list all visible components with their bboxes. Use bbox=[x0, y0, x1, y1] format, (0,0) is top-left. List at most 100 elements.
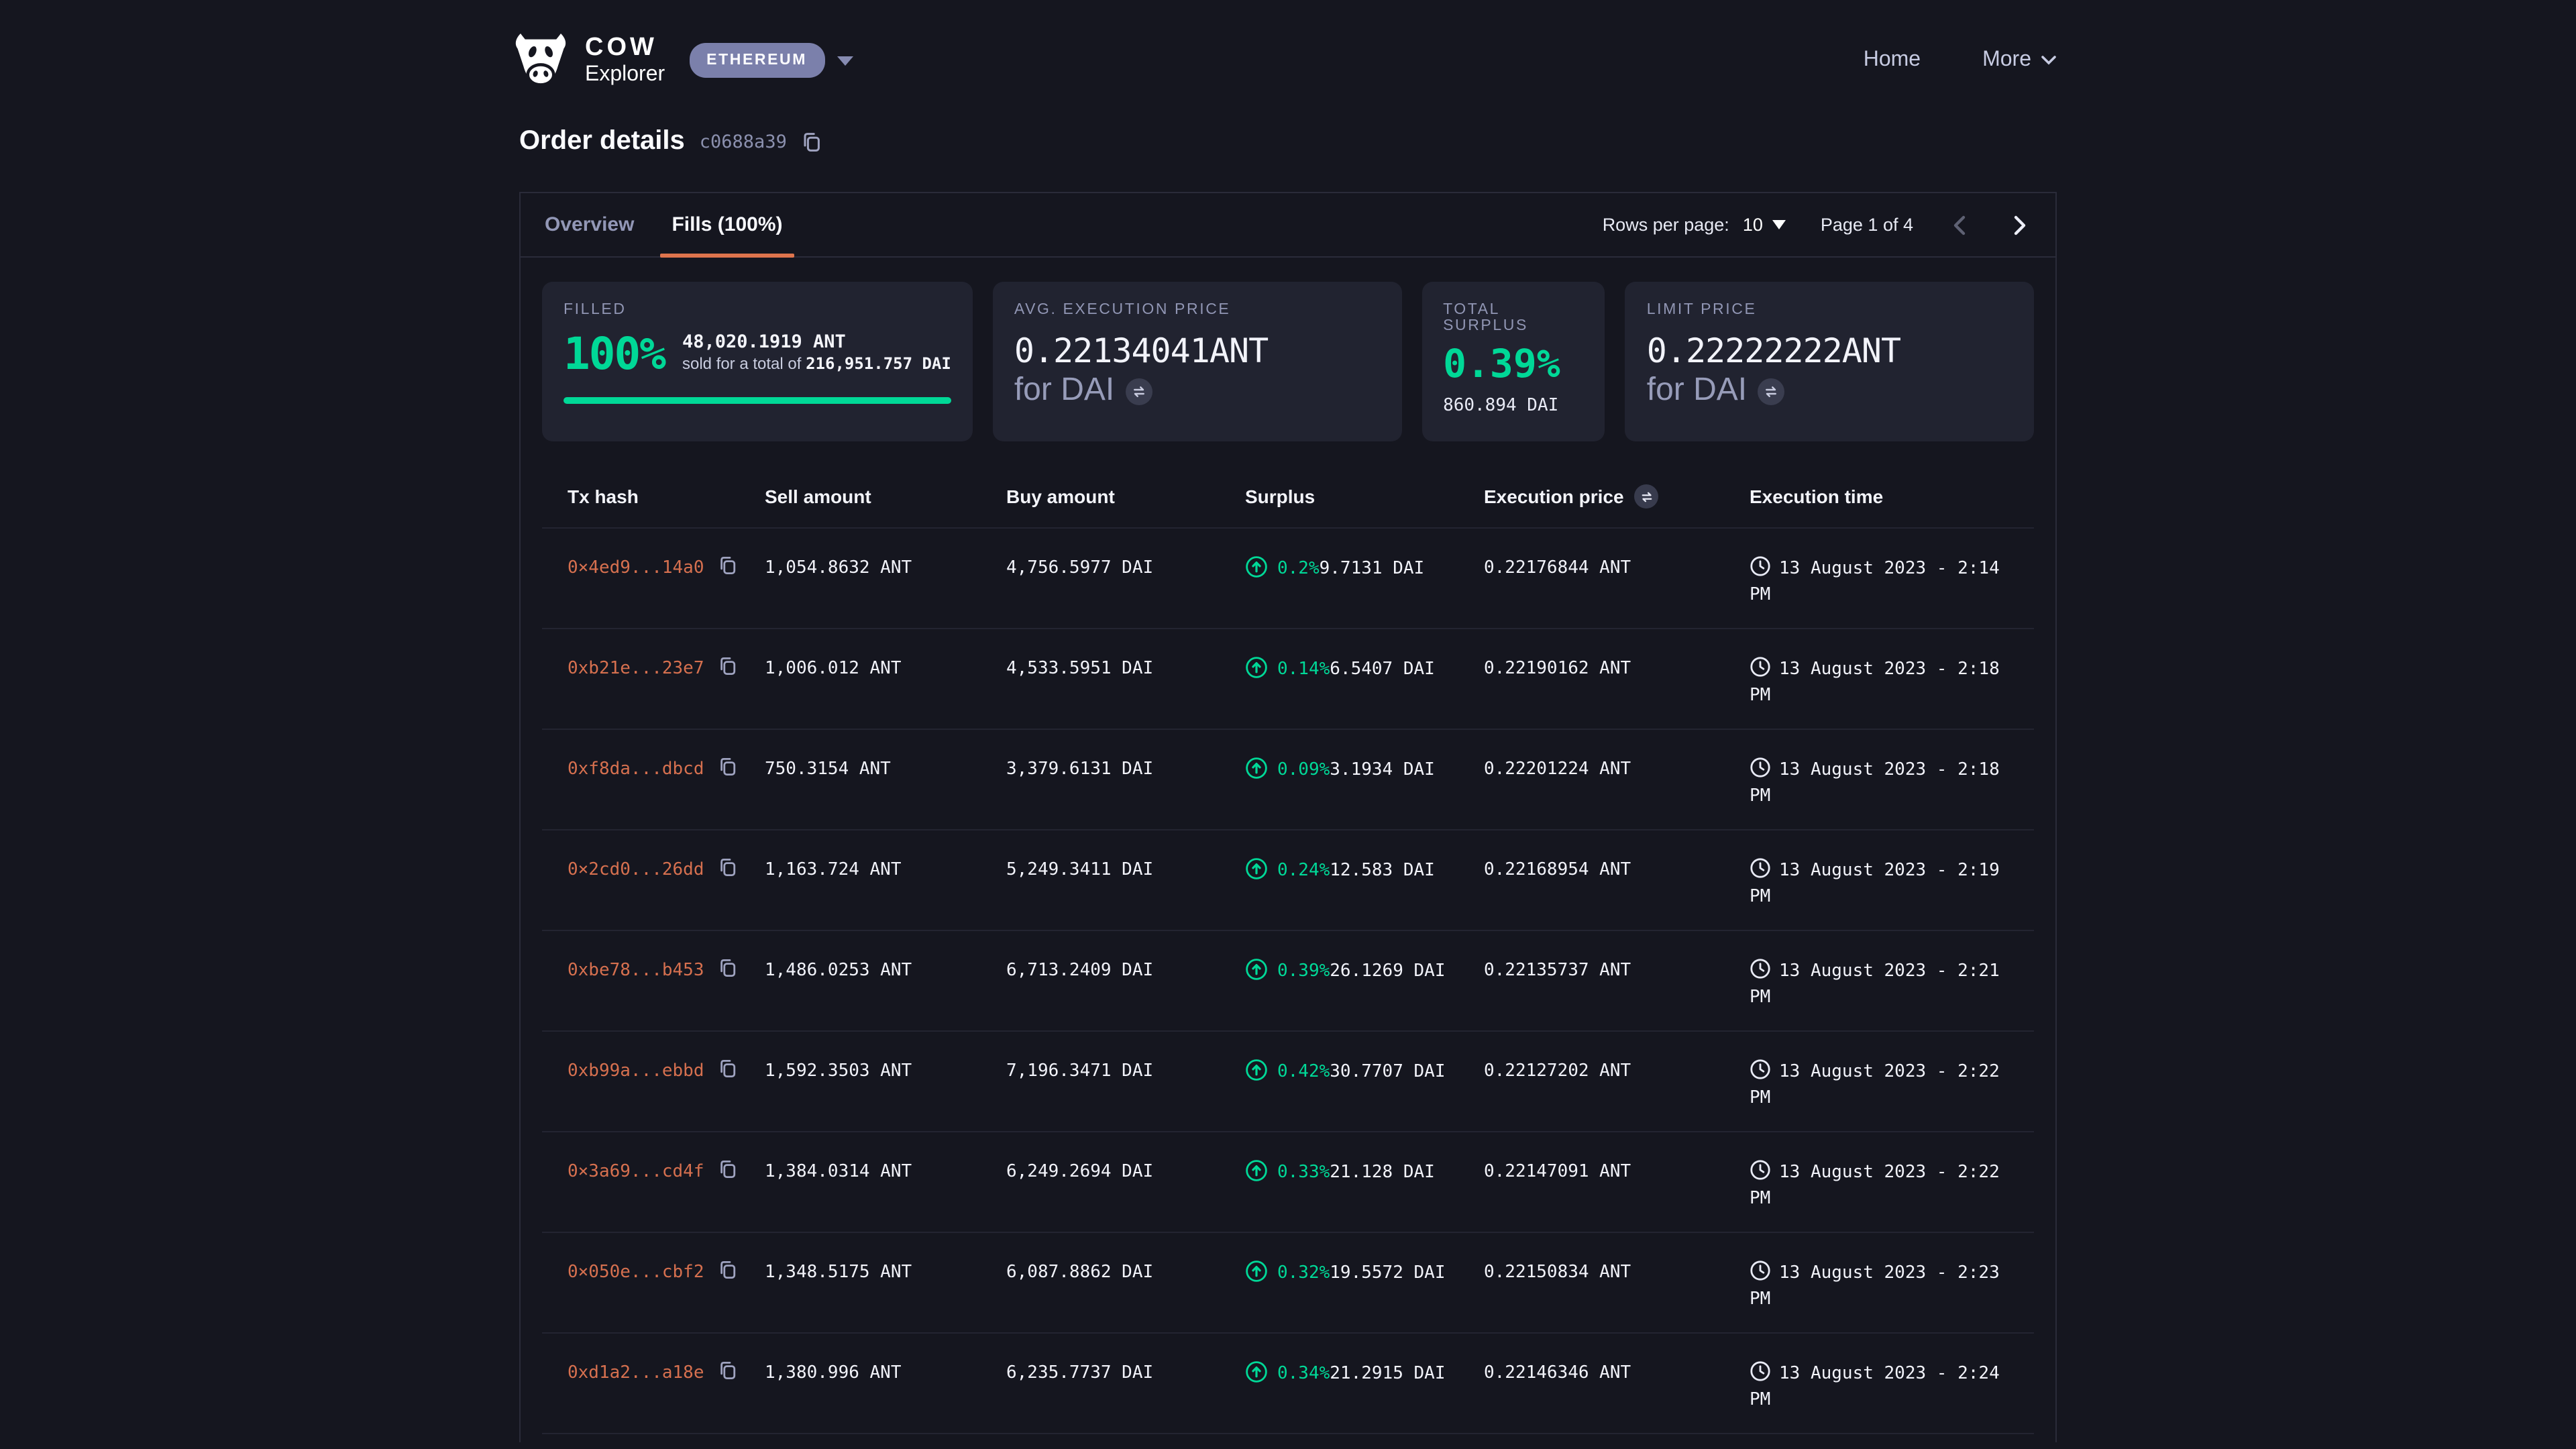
invert-price-icon[interactable] bbox=[1125, 378, 1152, 405]
tx-hash-link[interactable]: 0×4ed9...14a0 bbox=[568, 558, 704, 578]
filled-percent: 100% bbox=[564, 327, 665, 380]
execution-time-text: 13 August 2023 - 2:22 PM bbox=[1750, 1163, 2000, 1209]
avg-price-label: AVG. EXECUTION PRICE bbox=[1014, 302, 1380, 318]
chevron-down-icon bbox=[2041, 55, 2057, 66]
tx-hash-link[interactable]: 0xf8da...dbcd bbox=[568, 759, 704, 780]
surplus-cell: 0.14%6.5407 DAI bbox=[1245, 629, 1484, 729]
tx-hash-link[interactable]: 0xbe78...b453 bbox=[568, 961, 704, 981]
avg-execution-price-card: AVG. EXECUTION PRICE 0.22134041ANT for D… bbox=[993, 282, 1401, 441]
execution-time-cell: 13 August 2023 - 2:24 PM bbox=[1750, 1334, 2034, 1433]
copy-icon[interactable] bbox=[718, 1260, 738, 1280]
surplus-cell: 0.39%26.1269 DAI bbox=[1245, 931, 1484, 1030]
surplus-amount: 30.7707 DAI bbox=[1330, 1062, 1445, 1082]
surplus-amount: 9.7131 DAI bbox=[1320, 559, 1425, 579]
tx-hash-cell: 0xb99a...ebbd bbox=[542, 1032, 765, 1131]
execution-price-cell: 0.22201224 ANT bbox=[1484, 730, 1750, 829]
table-body: 0×4ed9...14a0 1,054.8632 ANT 4,756.5977 … bbox=[542, 529, 2034, 1434]
surplus-cell: 0.2%9.7131 DAI bbox=[1245, 529, 1484, 628]
col-execution-time: Execution time bbox=[1750, 486, 2034, 507]
surplus-cell: 0.24%12.583 DAI bbox=[1245, 830, 1484, 930]
tx-hash-link[interactable]: 0×050e...cbf2 bbox=[568, 1263, 704, 1283]
previous-page-icon[interactable] bbox=[1948, 213, 1972, 237]
nav-more-label: More bbox=[1982, 48, 2031, 72]
table-row: 0xb99a...ebbd 1,592.3503 ANT 7,196.3471 … bbox=[542, 1032, 2034, 1132]
surplus-amount: 21.128 DAI bbox=[1330, 1163, 1435, 1183]
execution-price-cell: 0.22135737 ANT bbox=[1484, 931, 1750, 1030]
copy-icon[interactable] bbox=[718, 1360, 738, 1381]
surplus-cell: 0.34%21.2915 DAI bbox=[1245, 1334, 1484, 1433]
nav-home[interactable]: Home bbox=[1864, 48, 1921, 72]
execution-price-cell: 0.22146346 ANT bbox=[1484, 1334, 1750, 1433]
rows-per-page-select[interactable]: 10 bbox=[1743, 215, 1786, 235]
copy-icon[interactable] bbox=[718, 1159, 738, 1179]
select-caret-down-icon bbox=[1772, 220, 1786, 229]
buy-amount-cell: 4,533.5951 DAI bbox=[1006, 629, 1245, 729]
nav-more[interactable]: More bbox=[1982, 48, 2057, 72]
execution-price-cell: 0.22150834 ANT bbox=[1484, 1233, 1750, 1332]
next-page-icon[interactable] bbox=[2007, 213, 2031, 237]
execution-time-text: 13 August 2023 - 2:21 PM bbox=[1750, 961, 2000, 1008]
surplus-up-icon bbox=[1245, 1059, 1268, 1081]
copy-icon[interactable] bbox=[718, 857, 738, 877]
page-heading: Order details c0688a39 bbox=[0, 126, 2576, 157]
nav-home-label: Home bbox=[1864, 48, 1921, 72]
tx-hash-cell: 0xbe78...b453 bbox=[542, 931, 765, 1030]
table-header-row: Tx hash Sell amount Buy amount Surplus E… bbox=[542, 466, 2034, 529]
cow-explorer-logo[interactable]: COW Explorer bbox=[510, 34, 665, 87]
copy-icon[interactable] bbox=[718, 757, 738, 777]
tab-overview[interactable]: Overview bbox=[526, 193, 653, 256]
network-caret-down-icon[interactable] bbox=[837, 56, 853, 65]
table-row: 0xd1a2...a18e 1,380.996 ANT 6,235.7737 D… bbox=[542, 1334, 2034, 1434]
tx-hash-link[interactable]: 0xd1a2...a18e bbox=[568, 1363, 704, 1383]
copy-icon[interactable] bbox=[718, 958, 738, 978]
execution-time-cell: 13 August 2023 - 2:21 PM bbox=[1750, 931, 2034, 1030]
tab-overview-label: Overview bbox=[545, 213, 634, 236]
total-surplus-label: TOTAL SURPLUS bbox=[1443, 302, 1584, 334]
surplus-up-icon bbox=[1245, 857, 1268, 880]
total-surplus-percent: 0.39% bbox=[1443, 341, 1584, 386]
tx-hash-cell: 0xf8da...dbcd bbox=[542, 730, 765, 829]
filled-card: FILLED 100% 48,020.1919 ANT sold for a t… bbox=[542, 282, 973, 441]
copy-order-id-icon[interactable] bbox=[802, 131, 823, 152]
clock-icon bbox=[1750, 857, 1771, 879]
table-row: 0xb21e...23e7 1,006.012 ANT 4,533.5951 D… bbox=[542, 629, 2034, 730]
tab-fills[interactable]: Fills (100%) bbox=[653, 193, 801, 256]
execution-price-cell: 0.22190162 ANT bbox=[1484, 629, 1750, 729]
cow-icon bbox=[510, 34, 572, 87]
execution-price-cell: 0.22176844 ANT bbox=[1484, 529, 1750, 628]
surplus-amount: 26.1269 DAI bbox=[1330, 961, 1445, 981]
surplus-up-icon bbox=[1245, 656, 1268, 679]
execution-time-cell: 13 August 2023 - 2:18 PM bbox=[1750, 730, 2034, 829]
network-selector-badge[interactable]: ETHEREUM bbox=[689, 43, 824, 78]
execution-time-text: 13 August 2023 - 2:24 PM bbox=[1750, 1364, 2000, 1410]
clock-icon bbox=[1750, 757, 1771, 778]
top-bar: COW Explorer ETHEREUM Home More bbox=[0, 0, 2576, 121]
clock-icon bbox=[1750, 1159, 1771, 1181]
execution-price-cell: 0.22127202 ANT bbox=[1484, 1032, 1750, 1131]
tx-hash-cell: 0×4ed9...14a0 bbox=[542, 529, 765, 628]
surplus-percent: 0.42% bbox=[1277, 1062, 1330, 1082]
surplus-amount: 21.2915 DAI bbox=[1330, 1364, 1445, 1384]
copy-icon[interactable] bbox=[718, 656, 738, 676]
table-row: 0×3a69...cd4f 1,384.0314 ANT 6,249.2694 … bbox=[542, 1132, 2034, 1233]
copy-icon[interactable] bbox=[718, 555, 738, 576]
buy-amount-cell: 5,249.3411 DAI bbox=[1006, 830, 1245, 930]
execution-time-text: 13 August 2023 - 2:18 PM bbox=[1750, 760, 2000, 806]
tx-hash-link[interactable]: 0×2cd0...26dd bbox=[568, 860, 704, 880]
sell-amount-cell: 1,348.5175 ANT bbox=[765, 1233, 1006, 1332]
tx-hash-link[interactable]: 0xb21e...23e7 bbox=[568, 659, 704, 679]
table-row: 0×4ed9...14a0 1,054.8632 ANT 4,756.5977 … bbox=[542, 529, 2034, 629]
surplus-percent: 0.39% bbox=[1277, 961, 1330, 981]
tx-hash-link[interactable]: 0×3a69...cd4f bbox=[568, 1162, 704, 1182]
pager bbox=[1948, 213, 2031, 237]
surplus-up-icon bbox=[1245, 757, 1268, 780]
execution-time-cell: 13 August 2023 - 2:18 PM bbox=[1750, 629, 2034, 729]
copy-icon[interactable] bbox=[718, 1059, 738, 1079]
surplus-percent: 0.34% bbox=[1277, 1364, 1330, 1384]
sell-amount-cell: 1,380.996 ANT bbox=[765, 1334, 1006, 1433]
execution-time-text: 13 August 2023 - 2:14 PM bbox=[1750, 559, 2000, 605]
toggle-price-unit-icon[interactable] bbox=[1635, 484, 1659, 508]
tx-hash-link[interactable]: 0xb99a...ebbd bbox=[568, 1061, 704, 1081]
table-row: 0xf8da...dbcd 750.3154 ANT 3,379.6131 DA… bbox=[542, 730, 2034, 830]
invert-limit-price-icon[interactable] bbox=[1758, 378, 1784, 405]
